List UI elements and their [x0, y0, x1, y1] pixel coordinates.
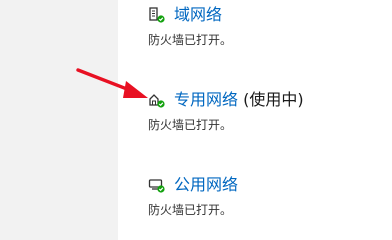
public-network-link[interactable]: 公用网络: [174, 174, 238, 196]
annotation-arrow-icon: [76, 68, 148, 98]
public-network-status: 防火墙已打开。: [148, 203, 233, 217]
domain-network-icon: [148, 6, 166, 24]
private-network-in-use-label: (使用中): [243, 90, 304, 109]
public-network-section: 公用网络 防火墙已打开。: [118, 174, 392, 224]
domain-network-link[interactable]: 域网络: [174, 4, 222, 26]
sidebar-panel: [0, 0, 118, 240]
domain-network-section: 域网络 防火墙已打开。: [118, 4, 392, 54]
public-network-icon: [148, 176, 166, 194]
domain-network-status: 防火墙已打开。: [148, 33, 233, 47]
domain-network-name[interactable]: 域网络: [174, 5, 222, 24]
private-network-status: 防火墙已打开。: [148, 118, 233, 132]
public-network-name[interactable]: 公用网络: [174, 175, 238, 194]
private-network-name[interactable]: 专用网络: [174, 90, 238, 109]
firewall-network-list: 域网络 防火墙已打开。 专用网络 (使用中) 防火墙已打开。 公用网络 防火墙已…: [118, 0, 392, 240]
private-network-link[interactable]: 专用网络 (使用中): [174, 89, 304, 111]
